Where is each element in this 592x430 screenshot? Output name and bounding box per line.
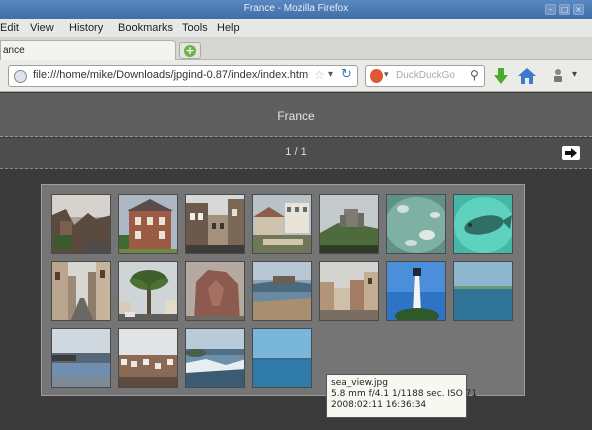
thumbnail-harbor-houses[interactable] — [252, 194, 312, 254]
globe-icon — [14, 70, 27, 83]
home-icon[interactable] — [517, 66, 537, 86]
engine-dropdown-icon[interactable]: ▾ — [384, 70, 389, 80]
new-tab-button[interactable]: + — [179, 42, 201, 59]
thumbnail-beach-bay[interactable] — [252, 261, 312, 321]
thumbnail-rock-statue[interactable] — [185, 261, 245, 321]
thumbnail-sea-view[interactable] — [252, 328, 312, 388]
thumbnail-seal-underwater-2[interactable] — [453, 194, 513, 254]
menu-history[interactable]: History — [69, 22, 103, 34]
thumbnail-coast-town[interactable] — [51, 328, 111, 388]
minimize-icon[interactable]: – — [545, 4, 556, 15]
thumbnail-lighthouse[interactable] — [386, 261, 446, 321]
url-bar[interactable]: file:///home/mike/Downloads/jpgind-0.87/… — [8, 65, 358, 87]
search-bar[interactable]: ▾ DuckDuckGo ⚲ — [365, 65, 485, 87]
download-icon[interactable] — [491, 66, 511, 86]
tooltip-filename: sea_view.jpg — [331, 378, 388, 388]
next-arrow-icon — [565, 148, 577, 158]
menu-help[interactable]: Help — [217, 22, 240, 34]
thumbnail-narrow-street[interactable] — [51, 261, 111, 321]
thumbnail-seaside-town[interactable] — [118, 328, 178, 388]
bookmark-star-icon[interactable]: ☆ — [314, 68, 325, 82]
page-content: France 1 / 1 sea_view.jpg 5.8 mm f/4.1 1… — [0, 93, 592, 430]
thumbnail-sea-waves[interactable] — [185, 328, 245, 388]
addon-icon[interactable] — [548, 66, 568, 86]
menu-tools[interactable]: Tools — [182, 22, 208, 34]
menubar: Edit View History Bookmarks Tools Help — [0, 19, 592, 38]
tab-bar: ance + — [0, 38, 592, 60]
thumbnail-calm-sea[interactable] — [453, 261, 513, 321]
window-title: France - Mozilla Firefox — [243, 3, 349, 14]
gallery-header: France — [0, 93, 592, 137]
thumbnail-palm-tree[interactable] — [118, 261, 178, 321]
thumbnail-brick-mansion[interactable] — [118, 194, 178, 254]
thumbnail-hill-castle[interactable] — [319, 194, 379, 254]
menu-edit[interactable]: Edit — [0, 22, 19, 34]
thumbnail-old-buildings[interactable] — [185, 194, 245, 254]
url-text[interactable]: file:///home/mike/Downloads/jpgind-0.87/… — [33, 69, 308, 81]
tooltip-date: 2008:02:11 16:36:34 — [331, 400, 427, 410]
search-placeholder[interactable]: DuckDuckGo — [396, 70, 455, 81]
tooltip-exif: 5.8 mm f/4.1 1/1188 sec. ISO 71 — [331, 389, 478, 399]
thumbnail-street-dusk[interactable] — [51, 194, 111, 254]
maximize-icon[interactable]: □ — [559, 4, 570, 15]
menu-view[interactable]: View — [30, 22, 54, 34]
duckduckgo-icon[interactable] — [370, 69, 383, 83]
next-page-button[interactable] — [562, 146, 580, 160]
pagination-bar: 1 / 1 — [0, 138, 592, 169]
thumbnail-cloudy-town[interactable] — [319, 261, 379, 321]
window-titlebar: France - Mozilla Firefox – □ × — [0, 0, 592, 19]
search-icon[interactable]: ⚲ — [470, 68, 479, 82]
tab-france[interactable]: ance — [0, 40, 176, 60]
close-icon[interactable]: × — [573, 4, 584, 15]
navigation-toolbar: file:///home/mike/Downloads/jpgind-0.87/… — [0, 60, 592, 92]
thumbnail-grid — [41, 184, 525, 396]
menu-dropdown-icon[interactable]: ▾ — [572, 69, 577, 80]
page-title: France — [277, 109, 315, 123]
thumbnail-tooltip: sea_view.jpg 5.8 mm f/4.1 1/1188 sec. IS… — [326, 374, 478, 418]
thumbnail-seal-underwater-1[interactable] — [386, 194, 446, 254]
url-dropdown-icon[interactable]: ▾ — [328, 69, 333, 80]
page-counter: 1 / 1 — [285, 146, 307, 158]
new-tab-icon: + — [184, 44, 196, 57]
reload-icon[interactable]: ↻ — [341, 67, 352, 82]
menu-bookmarks[interactable]: Bookmarks — [118, 22, 173, 34]
